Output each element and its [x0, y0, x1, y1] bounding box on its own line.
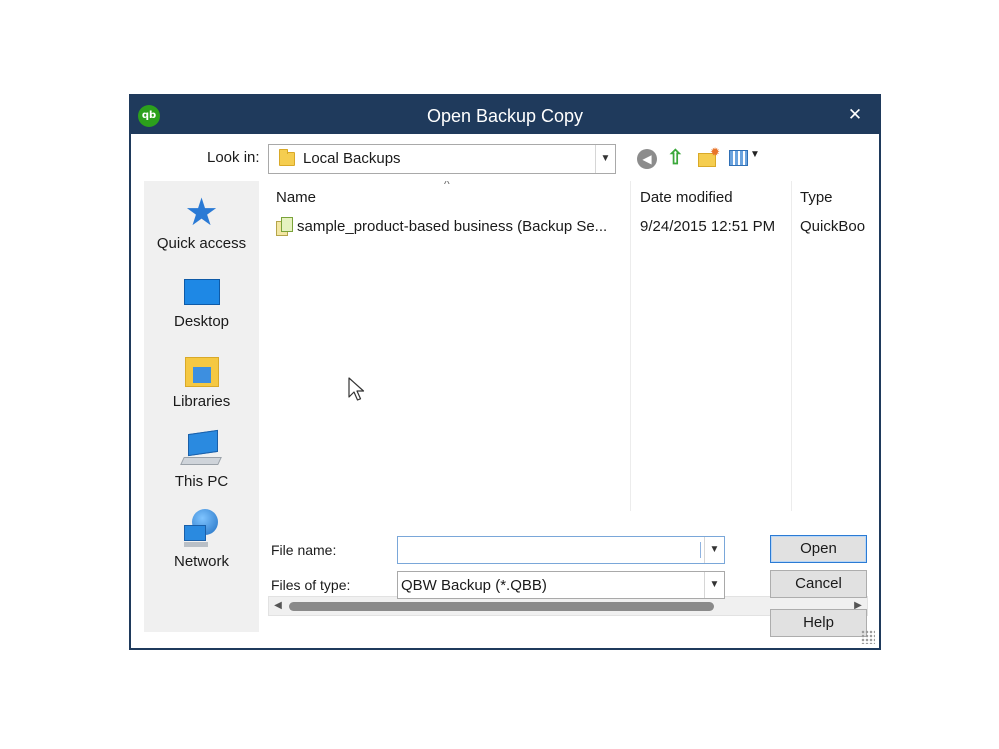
chevron-down-icon[interactable]: ▼: [704, 572, 724, 598]
dialog-title: Open Backup Copy: [426, 106, 584, 126]
new-folder-icon[interactable]: ✹: [697, 145, 720, 169]
file-name-cell: sample_product-based business (Backup Se…: [297, 218, 608, 235]
column-header-name[interactable]: Name: [276, 189, 316, 206]
place-label: Desktop: [173, 313, 230, 330]
look-in-dropdown[interactable]: Local Backups ▼: [268, 144, 616, 174]
place-this-pc[interactable]: This PC: [144, 429, 259, 490]
mouse-pointer-icon: [348, 377, 365, 401]
open-button[interactable]: Open: [770, 535, 867, 563]
places-bar: ★ Quick access Desktop Libraries This PC…: [144, 181, 259, 632]
file-name-label: File name:: [271, 542, 337, 558]
file-name-input[interactable]: [400, 539, 700, 561]
desktop-icon: [182, 277, 222, 309]
sort-ascending-icon: ^: [444, 181, 450, 191]
scrollbar-thumb[interactable]: [289, 602, 714, 611]
place-libraries[interactable]: Libraries: [144, 353, 259, 410]
file-row[interactable]: sample_product-based business (Backup Se…: [273, 215, 865, 239]
open-backup-copy-dialog: qb Open Backup Copy ✕ Look in: Local Bac…: [129, 94, 881, 650]
folder-icon: [279, 149, 295, 166]
up-folder-icon[interactable]: ⇧: [667, 147, 687, 169]
file-date-cell: 9/24/2015 12:51 PM: [640, 218, 776, 235]
title-bar[interactable]: qb Open Backup Copy ✕: [131, 96, 879, 134]
place-quick-access[interactable]: ★ Quick access: [144, 193, 259, 252]
files-of-type-value: QBW Backup (*.QBB): [401, 577, 547, 594]
help-button[interactable]: Help: [770, 609, 867, 637]
this-pc-icon: [179, 429, 224, 469]
look-in-label: Look in:: [207, 149, 260, 166]
place-label: Network: [173, 553, 229, 570]
chevron-down-icon[interactable]: ▼: [595, 145, 615, 173]
look-in-value: Local Backups: [303, 150, 401, 167]
files-of-type-label: Files of type:: [271, 577, 351, 593]
back-icon[interactable]: ◀: [637, 149, 657, 169]
resize-grip-icon[interactable]: [861, 630, 875, 644]
file-name-field[interactable]: ▼: [397, 536, 725, 564]
star-icon: ★: [184, 190, 219, 234]
place-label: Quick access: [156, 235, 247, 252]
quickbooks-backup-file-icon: [276, 217, 294, 237]
column-header-type[interactable]: Type: [800, 189, 833, 206]
chevron-down-icon[interactable]: ▼: [704, 537, 724, 563]
view-menu-icon[interactable]: ▼: [729, 147, 763, 169]
cancel-button[interactable]: Cancel: [770, 570, 867, 598]
file-type-cell: QuickBoo: [800, 218, 866, 235]
libraries-icon: [182, 353, 222, 389]
files-of-type-dropdown[interactable]: QBW Backup (*.QBB) ▼: [397, 571, 725, 599]
scroll-left-icon[interactable]: ◀: [269, 597, 287, 615]
place-label: This PC: [174, 473, 229, 490]
place-desktop[interactable]: Desktop: [144, 277, 259, 330]
column-header-date-modified[interactable]: Date modified: [640, 189, 733, 206]
close-button[interactable]: ✕: [843, 102, 867, 128]
network-icon: [180, 509, 224, 549]
place-label: Libraries: [172, 393, 231, 410]
text-caret: [700, 542, 701, 558]
place-network[interactable]: Network: [144, 509, 259, 570]
